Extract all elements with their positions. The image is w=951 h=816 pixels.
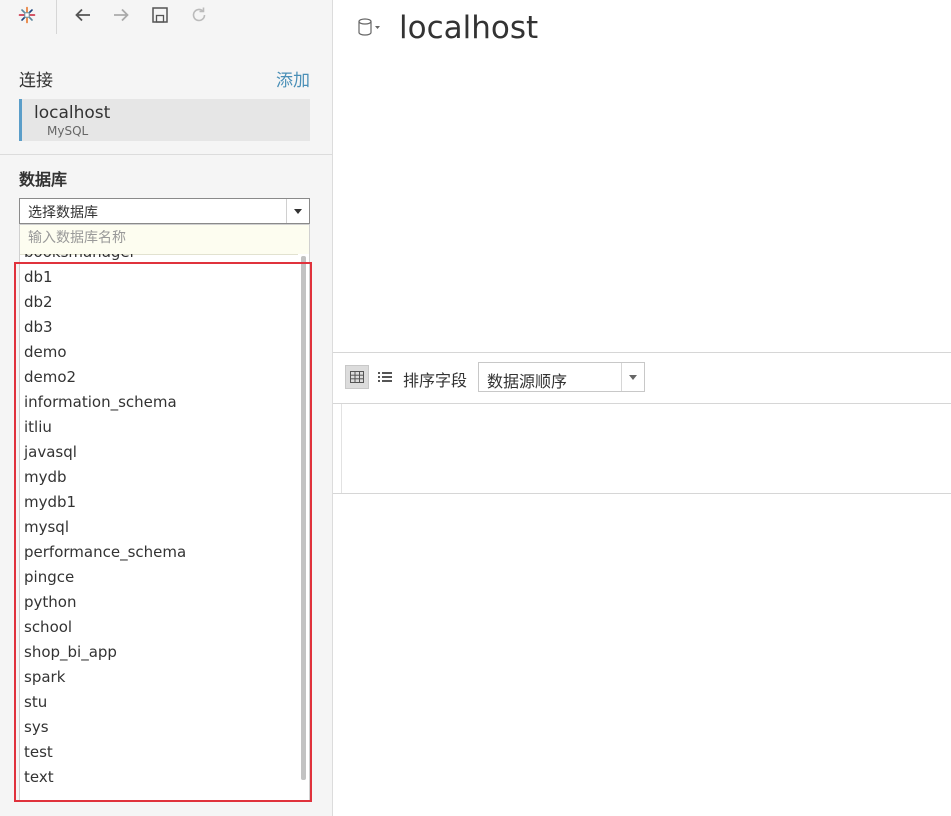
save-icon[interactable] <box>147 2 173 28</box>
database-search-input[interactable] <box>28 230 298 246</box>
database-list-item[interactable]: mydb1 <box>20 490 298 515</box>
list-view-icon[interactable] <box>373 365 397 389</box>
connection-type: MySQL <box>47 124 89 138</box>
toolbar-separator <box>56 0 57 34</box>
database-select[interactable]: 选择数据库 <box>19 198 310 224</box>
sidebar-divider <box>0 154 332 155</box>
database-list-item[interactable]: spark <box>20 665 298 690</box>
database-list-item[interactable]: python <box>20 590 298 615</box>
sort-bar: 排序字段 数据源顺序 <box>333 353 951 403</box>
database-list-item[interactable]: school <box>20 615 298 640</box>
database-list-item[interactable]: test <box>20 740 298 765</box>
connection-name: localhost <box>34 103 111 123</box>
database-title: 数据库 <box>19 170 68 189</box>
database-list-item[interactable]: db3 <box>20 315 298 340</box>
connections-title: 连接 <box>19 71 53 91</box>
forward-icon[interactable] <box>108 2 134 28</box>
sort-select[interactable]: 数据源顺序 <box>478 362 645 392</box>
database-list-item[interactable]: mysql <box>20 515 298 540</box>
connections-header: 连接 添加 <box>19 66 310 91</box>
tables-area <box>333 404 951 493</box>
database-select-value: 选择数据库 <box>28 205 98 221</box>
add-connection-link[interactable]: 添加 <box>276 66 310 91</box>
database-dropdown: booksmanagerdb1db2db3demodemo2informatio… <box>19 224 310 802</box>
database-list-item[interactable]: information_schema <box>20 390 298 415</box>
chevron-down-icon[interactable] <box>621 363 644 391</box>
database-list-scrollbar[interactable] <box>298 254 309 801</box>
sort-label: 排序字段 <box>403 371 468 390</box>
tables-divider <box>333 493 951 494</box>
database-list-item[interactable]: javasql <box>20 440 298 465</box>
database-list: booksmanagerdb1db2db3demodemo2informatio… <box>20 254 298 801</box>
chevron-down-icon[interactable] <box>286 199 309 223</box>
scrollbar-thumb[interactable] <box>301 256 306 780</box>
database-list-item[interactable]: sys <box>20 715 298 740</box>
sort-select-value: 数据源顺序 <box>487 372 568 391</box>
database-list-item[interactable]: booksmanager <box>20 254 298 265</box>
database-list-item[interactable]: shop_bi_app <box>20 640 298 665</box>
database-list-item[interactable]: demo2 <box>20 365 298 390</box>
refresh-icon[interactable] <box>186 2 212 28</box>
tables-left-border <box>341 404 342 493</box>
database-list-item[interactable]: itliu <box>20 415 298 440</box>
database-list-item[interactable]: db2 <box>20 290 298 315</box>
sidebar: 连接 添加 localhost MySQL 数据库 选择数据库 booksman… <box>0 0 333 816</box>
database-list-item[interactable]: demo <box>20 340 298 365</box>
toolbar <box>0 0 332 34</box>
database-list-items: booksmanagerdb1db2db3demodemo2informatio… <box>20 254 298 790</box>
database-search-box <box>20 225 309 255</box>
database-list-item[interactable]: performance_schema <box>20 540 298 565</box>
database-cylinder-icon[interactable] <box>358 18 382 40</box>
database-list-item[interactable]: db1 <box>20 265 298 290</box>
database-list-item[interactable]: mydb <box>20 465 298 490</box>
back-icon[interactable] <box>70 2 96 28</box>
main-header: localhost <box>333 0 951 60</box>
connection-item-localhost[interactable]: localhost MySQL <box>19 99 310 141</box>
database-list-item[interactable]: pingce <box>20 565 298 590</box>
database-list-item[interactable]: stu <box>20 690 298 715</box>
database-list-item[interactable]: text <box>20 765 298 790</box>
app-logo-icon[interactable] <box>14 2 40 28</box>
page-title: localhost <box>399 10 539 46</box>
grid-view-icon[interactable] <box>345 365 369 389</box>
